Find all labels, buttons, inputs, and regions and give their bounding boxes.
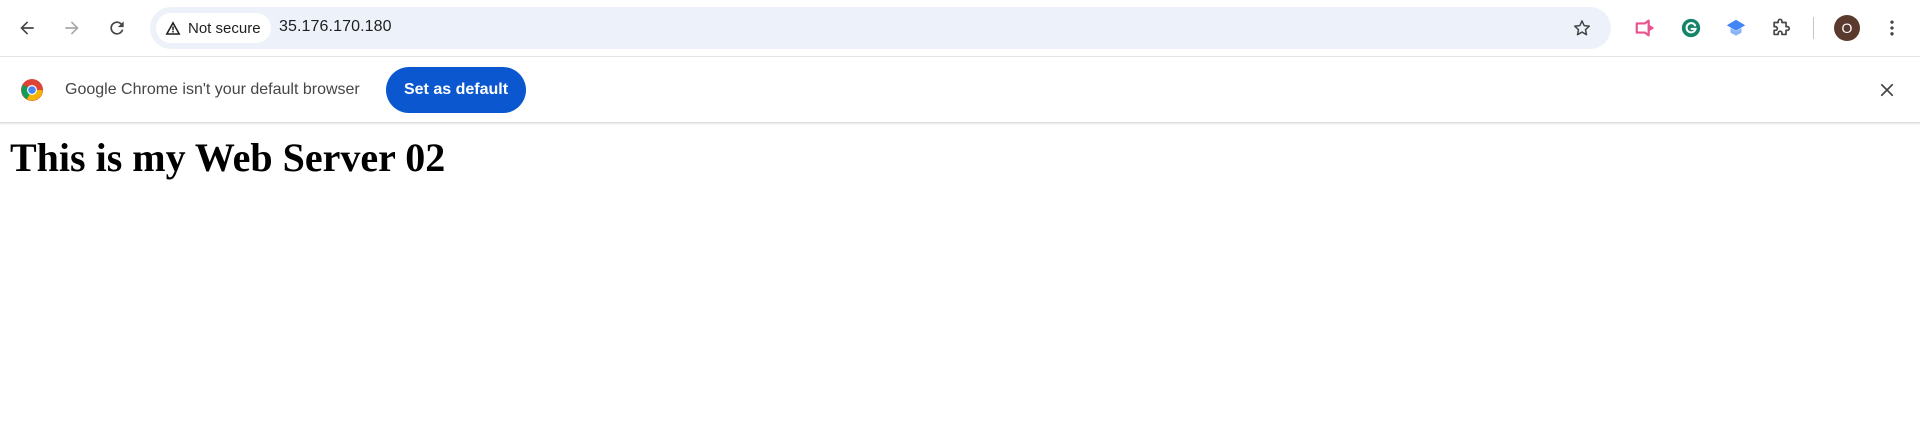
page-heading: This is my Web Server 02 [10, 135, 446, 180]
reload-icon [110, 21, 124, 35]
address-bar[interactable]: Not secure 35.176.170.180 [150, 7, 1611, 49]
browser-toolbar: Not secure 35.176.170.180 O [0, 0, 1920, 56]
default-browser-infobar: Google Chrome isn't your default browser… [0, 57, 1920, 122]
pink-arrow-extension-button[interactable] [1631, 14, 1659, 42]
security-indicator[interactable]: Not secure [156, 13, 271, 43]
warning-triangle-icon [165, 21, 181, 35]
grammarly-extension-button[interactable] [1677, 14, 1705, 42]
infobar-message: Google Chrome isn't your default browser [65, 81, 360, 98]
pink-arrow-extension-icon [1635, 19, 1655, 37]
security-label: Not secure [188, 19, 261, 37]
reload-button[interactable] [99, 10, 135, 46]
blue-cap-extension-icon [1726, 19, 1746, 36]
set-as-default-button[interactable]: Set as default [386, 67, 526, 113]
chrome-menu-button[interactable] [1878, 14, 1906, 42]
back-arrow-icon [20, 21, 34, 35]
profile-avatar[interactable]: O [1834, 15, 1860, 41]
grammarly-icon [1681, 18, 1701, 38]
star-icon [1574, 20, 1590, 36]
three-dot-menu-icon [1890, 20, 1894, 36]
close-icon [1880, 83, 1894, 97]
back-button[interactable] [9, 10, 45, 46]
bookmark-button[interactable] [1568, 14, 1596, 42]
forward-button[interactable] [54, 10, 90, 46]
chrome-logo-icon [21, 79, 43, 101]
toolbar-divider [1813, 17, 1814, 39]
extensions-button[interactable] [1767, 14, 1795, 42]
infobar-shadow [0, 122, 1920, 125]
infobar-close-button[interactable] [1873, 76, 1901, 104]
blue-cap-extension-button[interactable] [1722, 14, 1750, 42]
puzzle-icon [1773, 18, 1791, 36]
url-text[interactable]: 35.176.170.180 [279, 18, 392, 36]
forward-arrow-icon [65, 21, 79, 35]
